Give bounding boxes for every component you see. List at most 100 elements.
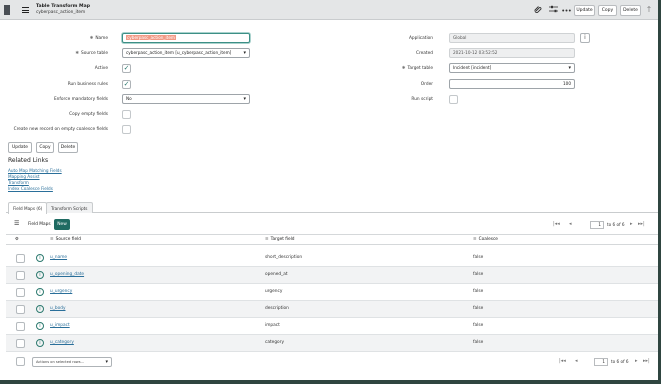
name-field[interactable]: cyberpasc_action_item [122,33,250,43]
last-page-icon[interactable]: ▸▸| [643,358,650,364]
first-page-icon[interactable]: |◂◂ [553,221,560,227]
page-count: to 6 of 6 [611,359,629,364]
update-button[interactable]: Update [8,142,32,153]
coalesce-cell: false [473,340,484,345]
settings-gear-icon[interactable]: ⚙ [15,237,19,242]
chevron-down-icon: ▾ [568,65,571,71]
column-source-field[interactable]: ≡ Source field [50,237,81,242]
create-new-checkbox[interactable] [122,125,131,134]
created-label: Created [415,51,433,56]
enforce-mandatory-label: Enforce mandatory fields [53,97,108,102]
active-checkbox[interactable]: ✓ [122,64,131,73]
row-checkbox[interactable] [16,322,25,331]
copy-button[interactable]: Copy [36,142,54,153]
coalesce-cell: false [473,323,484,328]
source-field-cell[interactable]: u_category [50,340,74,345]
sliders-icon[interactable] [548,5,558,15]
run-script-checkbox[interactable] [449,95,458,104]
row-checkbox[interactable] [16,271,25,280]
mapping-assist-link[interactable]: Mapping Assist [8,174,40,179]
header-copy-button[interactable]: Copy [598,5,617,16]
order-label: Order [420,82,433,87]
delete-button[interactable]: Delete [58,142,78,153]
transform-link[interactable]: Transform [8,180,29,185]
order-field[interactable]: 100 [449,79,575,89]
preview-icon[interactable]: i [36,322,44,330]
required-star-icon: ✱ [75,51,79,56]
preview-icon[interactable]: i [36,271,44,279]
up-arrow-icon[interactable]: ↑ [644,5,654,15]
target-table-label: ✱ Target table [401,66,433,71]
record-subtitle: cyberpasc_action_item [36,10,86,15]
header-update-button[interactable]: Update [574,5,595,16]
more-icon[interactable] [561,5,571,15]
application-field: Global [449,33,575,43]
enforce-mandatory-select[interactable]: No ▾ [122,94,250,104]
preview-icon[interactable]: i [36,254,44,262]
coalesce-cell: false [473,289,484,294]
related-links-heading: Related Links [8,157,49,164]
row-checkbox[interactable] [16,305,25,314]
last-page-icon[interactable]: ▸▸| [638,221,645,227]
run-business-rules-checkbox[interactable]: ✓ [122,80,131,89]
required-star-icon: ✱ [89,36,94,41]
target-field-cell: description [265,306,289,311]
source-field-cell[interactable]: u_urgency [50,289,72,294]
column-coalesce[interactable]: ≡ Coalesce [473,237,498,242]
info-icon[interactable]: i [580,33,590,43]
app-window: Table Transform Map cyberpasc_action_ite… [0,0,661,384]
chevron-down-icon: ▾ [243,50,246,56]
preview-icon[interactable]: i [36,339,44,347]
target-field-cell: category [265,340,284,345]
create-new-label: Create new record on empty coalesce fiel… [13,127,108,132]
row-checkbox[interactable] [16,254,25,263]
source-field-cell[interactable]: u_opening_date [50,272,84,277]
table-header: ⚙ ≡ Source field ≡ Target field ≡ Coalesce [6,234,658,245]
row-checkbox[interactable] [16,288,25,297]
auto-map-link[interactable]: Auto Map Matching Fields [8,168,62,173]
target-field-cell: impact [265,323,280,328]
column-target-field[interactable]: ≡ Target field [265,237,295,242]
tab-field-maps[interactable]: Field Maps (6) [8,202,48,214]
row-checkbox[interactable] [16,339,25,348]
hamburger-menu-icon[interactable] [22,7,29,13]
select-all-checkbox[interactable] [16,357,25,366]
preview-icon[interactable]: i [36,305,44,313]
next-page-icon[interactable]: ▸ [630,221,633,227]
coalesce-cell: false [473,255,484,260]
coalesce-cell: false [473,306,484,311]
active-label: Active [94,66,108,71]
paperclip-icon[interactable] [533,5,543,15]
prev-page-icon[interactable]: ◂ [575,358,578,364]
actions-select[interactable]: Actions on selected rows... ▾ [32,357,112,367]
page-input[interactable]: 1 [590,221,604,229]
source-table-label: ✱ Source table [75,51,108,56]
header-delete-button[interactable]: Delete [620,5,641,16]
application-label: Application [408,36,433,41]
list-footer: Actions on selected rows... ▾ |◂◂ ◂ 1 to … [6,351,658,371]
source-field-cell[interactable]: u_name [50,255,67,260]
source-table-select[interactable]: cyberpasc_action_item [u_cyberpasc_actio… [122,48,250,58]
page-count: to 6 of 6 [607,222,625,227]
required-star-icon: ✱ [401,66,406,71]
target-field-cell: short_description [265,255,303,260]
source-field-cell[interactable]: u_body [50,306,66,311]
index-coalesce-link[interactable]: Index Coalesce Fields [8,186,53,191]
copy-empty-checkbox[interactable] [122,110,131,119]
tab-transform-scripts[interactable]: Transform Scripts [46,202,93,213]
page-input[interactable]: 1 [594,358,608,366]
prev-page-icon[interactable]: ◂ [569,221,572,227]
table-row: i u_impact impact false [6,318,658,335]
table-row: i u_category category false [6,335,658,352]
new-button[interactable]: New [54,219,70,230]
next-page-icon[interactable]: ▸ [635,358,638,364]
back-button[interactable] [4,5,10,15]
run-script-label: Run script [411,97,433,102]
page-title: Table Transform Map [36,4,90,9]
first-page-icon[interactable]: |◂◂ [559,358,566,364]
source-field-cell[interactable]: u_impact [50,323,70,328]
target-table-select[interactable]: Incident [incident] ▾ [449,63,575,73]
preview-icon[interactable]: i [36,288,44,296]
table-row: i u_name short_description false [6,250,658,267]
list-menu-icon[interactable]: ☰ [14,220,19,227]
